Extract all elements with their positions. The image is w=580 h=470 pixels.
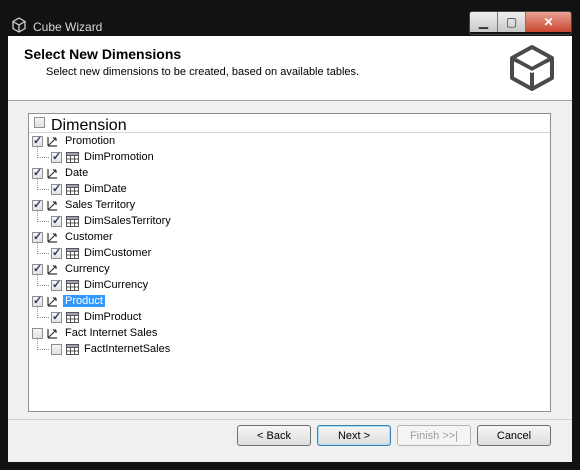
table-checkbox[interactable]: ✓	[51, 151, 62, 163]
maximize-icon: ▢	[505, 15, 518, 29]
check-icon: ✓	[52, 151, 62, 163]
tree-table-row[interactable]: FactInternetSales	[29, 342, 549, 358]
tree-column-header: Dimension	[29, 114, 550, 134]
dimension-icon	[47, 265, 57, 275]
tree-table-row[interactable]: ✓ DimSalesTerritory	[29, 214, 549, 230]
check-icon: ✓	[52, 183, 62, 195]
dimension-label[interactable]: Fact Internet Sales	[65, 327, 157, 339]
dimension-tree[interactable]: Dimension ✓ Promotion ✓ DimPromotion ✓ Date ✓ D…	[28, 113, 551, 412]
dimension-checkbox[interactable]: ✓	[32, 263, 43, 275]
table-checkbox[interactable]: ✓	[51, 215, 62, 227]
dimension-icon	[47, 169, 57, 179]
tree-dimension-row[interactable]: ✓ Customer	[29, 230, 549, 246]
dimension-label[interactable]: Currency	[65, 263, 110, 275]
dimension-checkbox[interactable]: ✓	[32, 295, 43, 307]
close-button[interactable]: ✕	[526, 12, 571, 32]
tree-dimension-row[interactable]: ✓ Currency	[29, 262, 549, 278]
wizard-body: Select New Dimensions Select new dimensi…	[8, 36, 572, 462]
table-icon	[66, 184, 79, 195]
table-icon	[66, 280, 79, 291]
table-icon	[66, 312, 79, 323]
cancel-button[interactable]: Cancel	[477, 425, 551, 446]
check-icon: ✓	[52, 247, 62, 259]
tree-dimension-row[interactable]: Fact Internet Sales	[29, 326, 549, 342]
cube-icon	[12, 17, 26, 33]
tree-dimension-row[interactable]: ✓ Date	[29, 166, 549, 182]
table-label[interactable]: DimProduct	[84, 311, 141, 323]
cube-wizard-window: Cube Wizard ▁ ▢ ✕ Select New Dimensions …	[0, 0, 580, 470]
tree-table-row[interactable]: ✓ DimDate	[29, 182, 549, 198]
table-label[interactable]: DimSalesTerritory	[84, 215, 171, 227]
finish-button[interactable]: Finish >>|	[397, 425, 471, 446]
check-icon: ✓	[33, 199, 43, 211]
tree-dimension-row[interactable]: ✓ Product	[29, 294, 549, 310]
dimension-icon	[47, 329, 57, 339]
table-label[interactable]: DimCurrency	[84, 279, 148, 291]
dimension-checkbox[interactable]: ✓	[32, 231, 43, 243]
dimension-label[interactable]: Date	[65, 167, 88, 179]
dimension-icon	[47, 233, 57, 243]
cube-wizard-logo	[510, 45, 554, 91]
close-icon: ✕	[543, 15, 554, 29]
tree-table-row[interactable]: ✓ DimProduct	[29, 310, 549, 326]
check-icon: ✓	[33, 231, 43, 243]
dimension-label[interactable]: Customer	[65, 231, 113, 243]
tree-table-row[interactable]: ✓ DimCustomer	[29, 246, 549, 262]
maximize-button[interactable]: ▢	[498, 12, 526, 32]
dimension-label[interactable]: Promotion	[65, 135, 115, 147]
dimension-label[interactable]: Sales Territory	[65, 199, 135, 211]
select-all-checkbox[interactable]	[34, 117, 45, 128]
next-button[interactable]: Next >	[317, 425, 391, 446]
table-icon	[66, 344, 79, 355]
minimize-icon: ▁	[478, 15, 489, 29]
dimension-checkbox[interactable]: ✓	[32, 167, 43, 179]
table-icon	[66, 152, 79, 163]
check-icon: ✓	[33, 295, 43, 307]
tree-table-row[interactable]: ✓ DimPromotion	[29, 150, 549, 166]
dimension-checkbox[interactable]: ✓	[32, 199, 43, 211]
table-label[interactable]: DimPromotion	[84, 151, 154, 163]
check-icon: ✓	[33, 135, 43, 147]
footer-divider	[8, 419, 572, 420]
minimize-button[interactable]: ▁	[470, 12, 498, 32]
table-label[interactable]: FactInternetSales	[84, 343, 170, 355]
window-title: Cube Wizard	[33, 20, 103, 34]
check-icon: ✓	[52, 311, 62, 323]
table-checkbox[interactable]: ✓	[51, 279, 62, 291]
table-icon	[66, 248, 79, 259]
table-label[interactable]: DimCustomer	[84, 247, 151, 259]
page-subtitle: Select new dimensions to be created, bas…	[46, 66, 360, 78]
check-icon: ✓	[52, 279, 62, 291]
table-checkbox[interactable]: ✓	[51, 247, 62, 259]
dimension-icon	[47, 201, 57, 211]
dimension-icon	[47, 297, 57, 307]
table-label[interactable]: DimDate	[84, 183, 127, 195]
table-checkbox[interactable]	[51, 344, 62, 355]
title-bar[interactable]: Cube Wizard ▁ ▢ ✕	[0, 0, 580, 36]
table-checkbox[interactable]: ✓	[51, 311, 62, 323]
tree-dimension-row[interactable]: ✓ Sales Territory	[29, 198, 549, 214]
tree-table-row[interactable]: ✓ DimCurrency	[29, 278, 549, 294]
dimension-checkbox[interactable]	[32, 328, 43, 339]
dimension-label[interactable]: Product	[63, 295, 105, 307]
check-icon: ✓	[33, 263, 43, 275]
dimension-checkbox[interactable]: ✓	[32, 135, 43, 147]
table-icon	[66, 216, 79, 227]
check-icon: ✓	[33, 167, 43, 179]
page-title: Select New Dimensions	[24, 46, 182, 62]
caption-buttons: ▁ ▢ ✕	[469, 11, 572, 35]
wizard-header: Select New Dimensions Select new dimensi…	[8, 36, 572, 101]
check-icon: ✓	[52, 215, 62, 227]
tree-dimension-row[interactable]: ✓ Promotion	[29, 134, 549, 150]
back-button[interactable]: < Back	[237, 425, 311, 446]
table-checkbox[interactable]: ✓	[51, 183, 62, 195]
dimension-icon	[47, 137, 57, 147]
column-header-label: Dimension	[51, 117, 127, 134]
